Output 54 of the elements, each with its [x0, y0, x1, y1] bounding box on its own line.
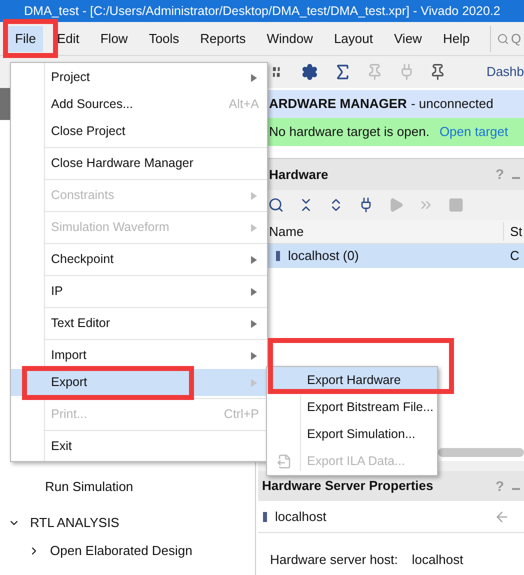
dashboard-button[interactable]: Dashb: [486, 62, 524, 82]
manager-title: ARDWARE MANAGER: [269, 95, 407, 114]
object-name: localhost: [275, 508, 326, 526]
field-label: Hardware server host:: [270, 551, 398, 570]
search-icon: [497, 32, 509, 44]
menu-item[interactable]: Close Project: [11, 118, 267, 145]
menu-item[interactable]: Import: [11, 342, 267, 369]
submenu-arrow-icon: [251, 192, 257, 200]
submenu-arrow-icon: [251, 352, 257, 360]
submenu-arrow-icon: [251, 224, 257, 232]
menu-item[interactable]: Window: [260, 26, 320, 52]
column-header: St: [503, 222, 522, 242]
shortcut-label: Ctrl+P: [224, 406, 259, 424]
table-cell-text: localhost (0): [288, 247, 359, 266]
menu-item[interactable]: Flow: [93, 26, 135, 52]
panel-title: Hardware Server Properties: [262, 477, 434, 496]
connection-status: - unconnected: [410, 95, 494, 114]
banner-message: No hardware target is open.: [269, 123, 430, 142]
navigator-item[interactable]: Run Simulation: [45, 477, 134, 497]
window-title: DMA_test - [C:/Users/Administrator/Desktop/DMA_test/DMA_test.xpr] - Vivado 2020.2: [24, 2, 500, 20]
open-target-link[interactable]: Open target: [439, 122, 508, 142]
field-value: localhost: [412, 551, 464, 570]
menu-item[interactable]: View: [387, 26, 429, 52]
submenu-arrow-icon: [251, 288, 257, 296]
highlight-frame: [3, 19, 58, 58]
shortcut-label: Alt+A: [228, 96, 259, 114]
submenu-arrow-icon: [251, 378, 257, 386]
navigator-item[interactable]: Open Elaborated Design: [50, 541, 192, 561]
menu-item[interactable]: Export Bitstream File...: [267, 394, 437, 421]
menu-item[interactable]: File: [8, 26, 43, 52]
column-header: Name: [268, 222, 305, 241]
submenu-arrow-icon: [251, 74, 257, 82]
menu-item[interactable]: Export Simulation...: [267, 421, 437, 448]
table-cell-text: C: [509, 247, 520, 266]
menu-item[interactable]: Project: [11, 64, 267, 91]
gear-icon[interactable]: [301, 63, 319, 81]
submenu-arrow-icon: [251, 320, 257, 328]
submenu-arrow-icon: [251, 256, 257, 264]
search-icon[interactable]: [268, 197, 284, 213]
section-header: RTL ANALYSIS: [30, 514, 120, 532]
panel-title: Hardware: [269, 166, 328, 184]
server-icon: [263, 512, 267, 522]
menu-item[interactable]: IP: [11, 278, 267, 305]
search-field[interactable]: Q: [511, 28, 523, 48]
menu-item[interactable]: Add Sources... Alt+A: [11, 91, 267, 118]
menu-item[interactable]: Close Hardware Manager: [11, 150, 267, 177]
menu-item[interactable]: Reports: [193, 26, 253, 52]
menu-item[interactable]: Layout: [326, 26, 380, 52]
server-icon: [276, 251, 280, 261]
menu-item[interactable]: Edit: [50, 26, 86, 52]
menu-item[interactable]: Exit: [11, 433, 267, 460]
menu-item[interactable]: Text Editor: [11, 310, 267, 337]
menu-item[interactable]: Help: [436, 26, 477, 52]
menu-item[interactable]: Tools: [142, 26, 186, 52]
